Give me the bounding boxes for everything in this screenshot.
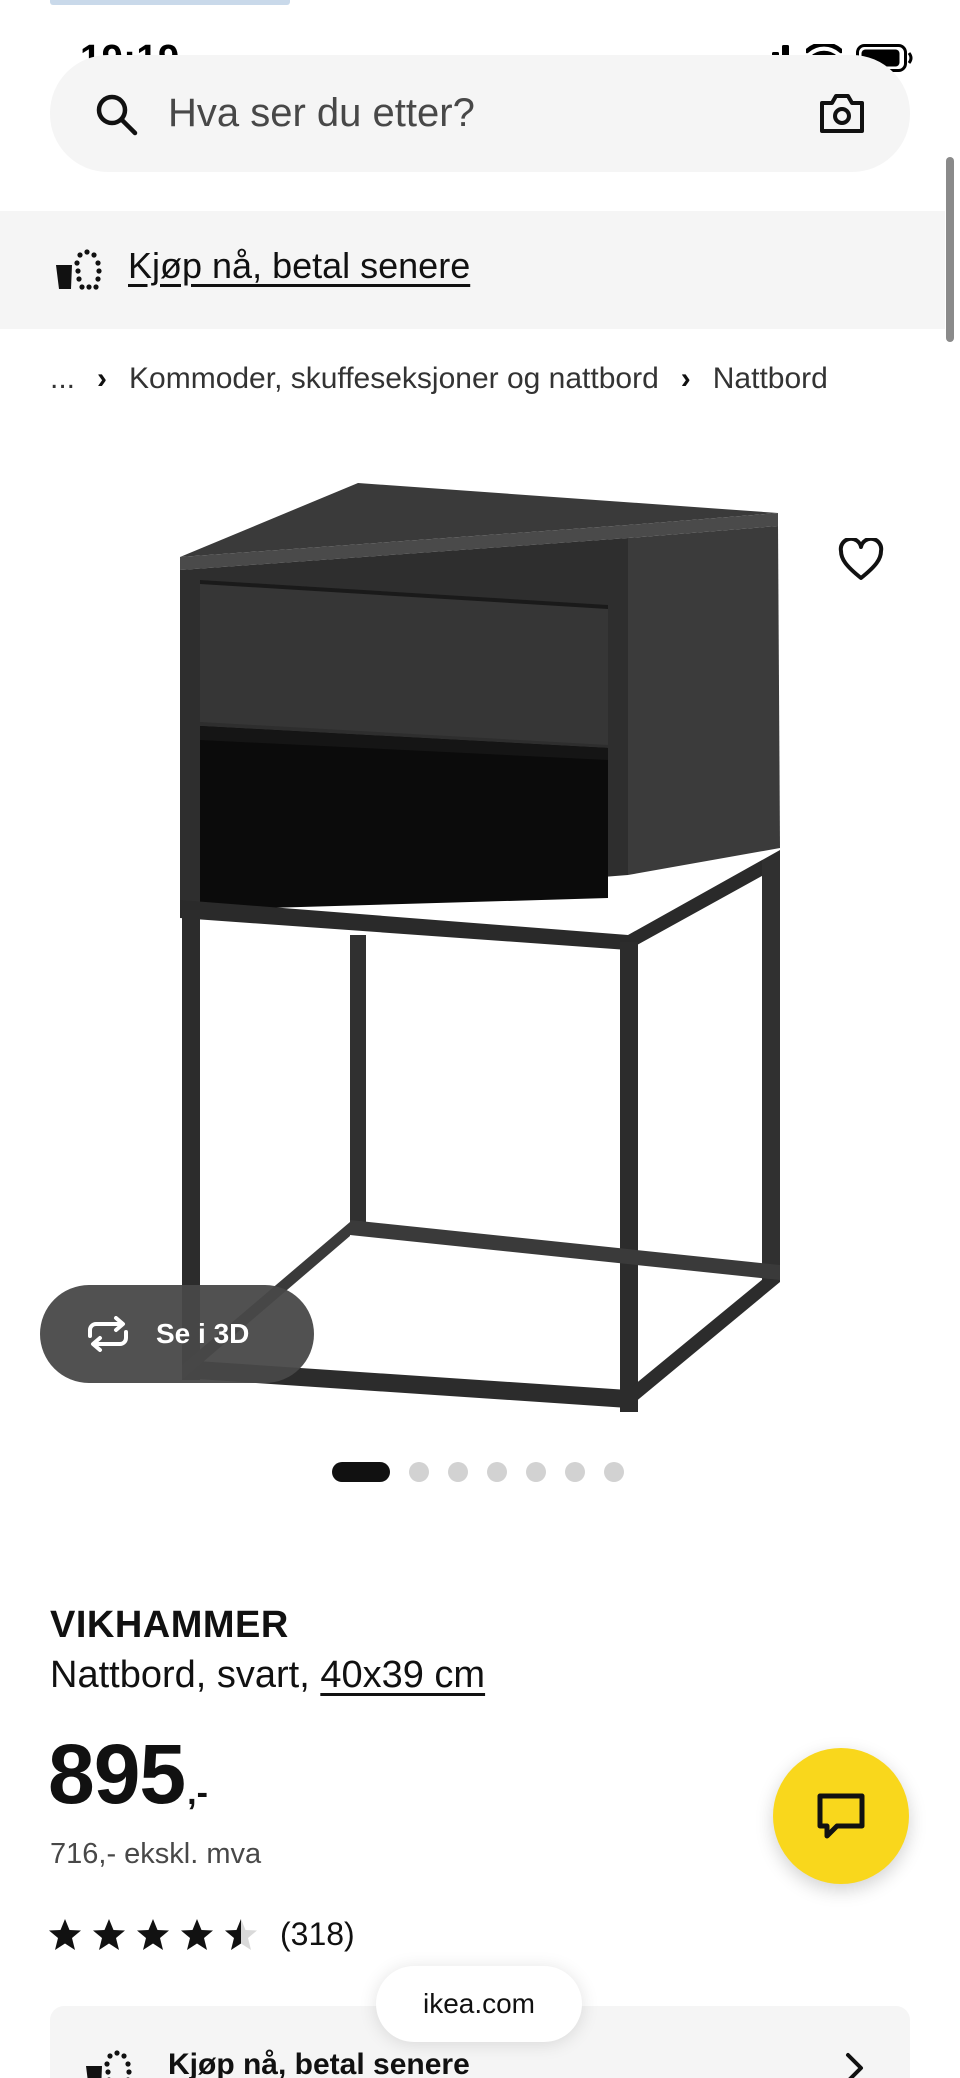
star-icon	[93, 1918, 125, 1950]
carousel-dot[interactable]	[409, 1462, 429, 1482]
product-price: 895 ,-	[48, 1732, 208, 1816]
view-3d-button[interactable]: Se i 3D	[40, 1285, 314, 1383]
product-type-text: Nattbord, svart,	[50, 1654, 321, 1696]
price-amount: 895	[48, 1727, 186, 1821]
chevron-right-icon: ›	[680, 362, 691, 395]
half-star-icon	[225, 1918, 257, 1950]
price-ex-vat: 716,- ekskl. mva	[50, 1838, 262, 1870]
page-scrollbar[interactable]	[946, 157, 954, 342]
breadcrumb-item-category[interactable]: Kommoder, skuffeseksjoner og nattbord	[129, 362, 659, 396]
rotate-3d-icon	[88, 1316, 128, 1352]
carousel-dot[interactable]	[565, 1462, 585, 1482]
review-count[interactable]: (318)	[280, 1916, 355, 1953]
search-icon	[96, 94, 138, 136]
breadcrumb: ... › Kommoder, skuffeseksjoner og nattb…	[50, 362, 828, 396]
browser-url-pill[interactable]: ikea.com	[376, 1966, 582, 2042]
price-suffix: ,-	[187, 1774, 208, 1812]
breadcrumb-ellipsis[interactable]: ...	[50, 362, 75, 396]
breadcrumb-item-current[interactable]: Nattbord	[713, 362, 828, 396]
top-accent-bar	[50, 0, 290, 5]
installment-label: Kjøp nå, betal senere	[168, 2048, 470, 2078]
camera-icon[interactable]	[818, 91, 866, 135]
search-bar[interactable]: Hva ser du etter?	[50, 55, 910, 172]
star-icon	[49, 1918, 81, 1950]
carousel-dot[interactable]	[487, 1462, 507, 1482]
cart-dots-icon	[56, 249, 102, 290]
promo-banner[interactable]: Kjøp nå, betal senere	[0, 211, 945, 329]
carousel-dot[interactable]	[526, 1462, 546, 1482]
image-carousel-indicator	[332, 1462, 624, 1482]
chevron-right-icon: ›	[97, 362, 108, 395]
chevron-right-icon	[846, 2053, 863, 2078]
product-image[interactable]	[0, 430, 960, 1420]
product-description: Nattbord, svart, 40x39 cm	[50, 1654, 485, 1697]
chat-icon	[817, 1793, 865, 1839]
product-rating[interactable]: (318)	[48, 1916, 355, 1953]
promo-link[interactable]: Kjøp nå, betal senere	[128, 245, 470, 287]
star-icon	[181, 1918, 213, 1950]
carousel-dot[interactable]	[448, 1462, 468, 1482]
product-name: VIKHAMMER	[50, 1604, 289, 1646]
rating-stars	[48, 1918, 258, 1952]
cart-dots-icon	[86, 2050, 132, 2078]
carousel-dot-active[interactable]	[332, 1462, 390, 1482]
carousel-dot[interactable]	[604, 1462, 624, 1482]
chat-button[interactable]	[773, 1748, 909, 1884]
product-size-link[interactable]: 40x39 cm	[320, 1654, 485, 1696]
search-input[interactable]: Hva ser du etter?	[168, 91, 475, 136]
star-icon	[137, 1918, 169, 1950]
heart-icon[interactable]	[838, 538, 884, 582]
view-3d-label: Se i 3D	[156, 1318, 250, 1349]
